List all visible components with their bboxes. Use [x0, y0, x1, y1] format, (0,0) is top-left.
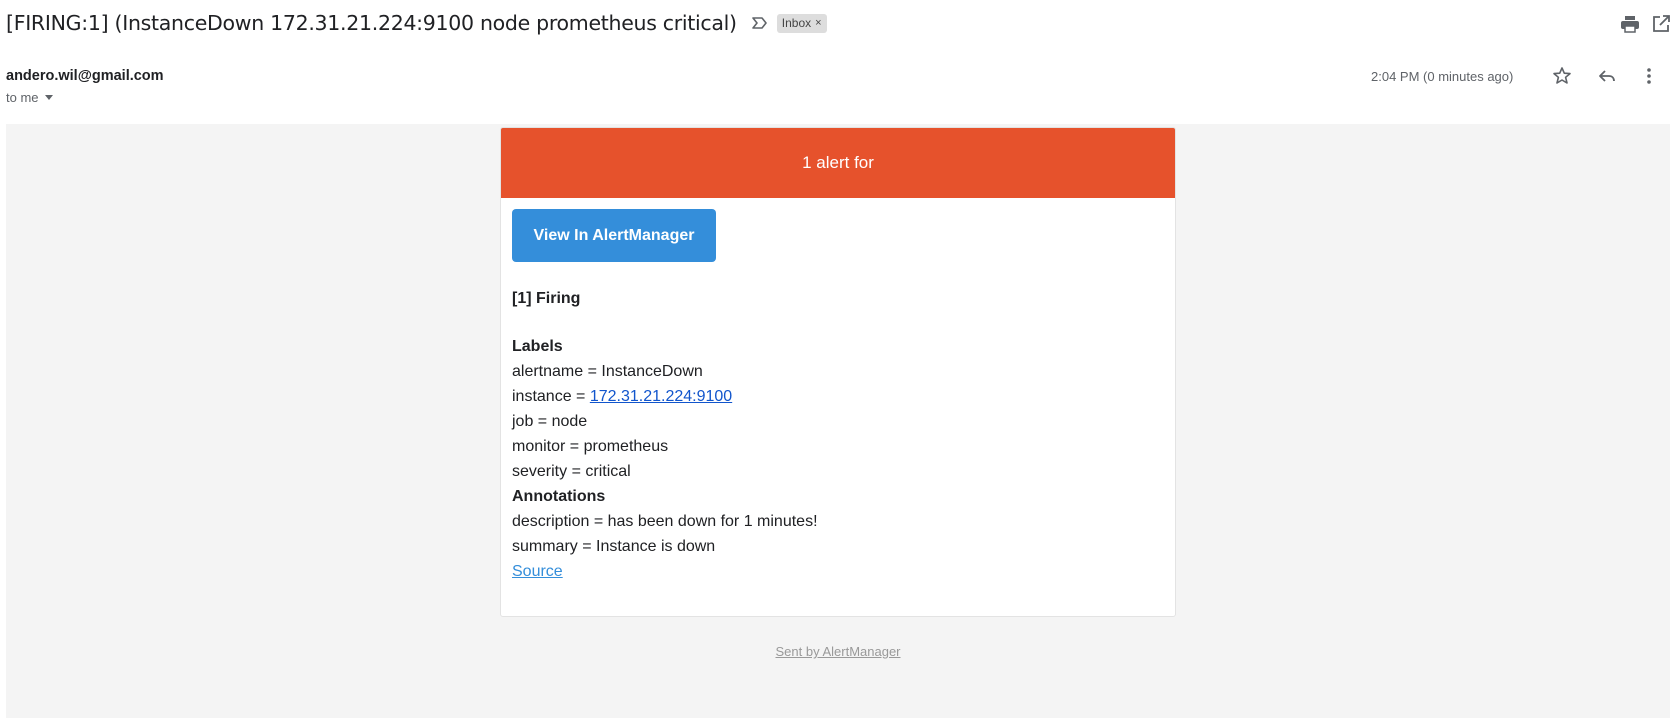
- label-value: critical: [585, 463, 631, 480]
- label-key: alertname =: [512, 363, 602, 380]
- firing-title: [1] Firing: [512, 290, 581, 307]
- email-body: 1 alert for View In AlertManager [1] Fir…: [6, 124, 1670, 718]
- annotations-title: Annotations: [512, 488, 606, 505]
- recipient-details-toggle[interactable]: to me: [6, 90, 53, 105]
- thread-actions: [1565, 12, 1675, 36]
- label-monitor: monitor = prometheus: [512, 434, 1164, 459]
- label-job: job = node: [512, 409, 1164, 434]
- annotation-key: summary =: [512, 538, 597, 555]
- label-value: prometheus: [583, 438, 669, 455]
- reply-icon[interactable]: [1595, 64, 1619, 88]
- instance-link[interactable]: 172.31.21.224:9100: [590, 388, 732, 405]
- annotation-summary: summary = Instance is down: [512, 534, 1164, 559]
- label-key: job =: [512, 413, 552, 430]
- message-actions: [1550, 64, 1670, 90]
- label-key: monitor =: [512, 438, 584, 455]
- annotation-key: description =: [512, 513, 608, 530]
- label-severity: severity = critical: [512, 459, 1164, 484]
- alert-card: 1 alert for View In AlertManager [1] Fir…: [500, 127, 1176, 617]
- alert-header-text: 1 alert for: [802, 153, 874, 172]
- email-footer: Sent by AlertManager: [6, 644, 1670, 659]
- chevron-down-icon[interactable]: [44, 95, 53, 100]
- email-subject: [FIRING:1] (InstanceDown 172.31.21.224:9…: [6, 11, 737, 35]
- more-vert-icon[interactable]: [1637, 64, 1661, 88]
- label-key: instance =: [512, 388, 590, 405]
- labels-title: Labels: [512, 338, 563, 355]
- label-important-icon[interactable]: [751, 14, 769, 32]
- alert-content: View In AlertManager [1] Firing Labels a…: [501, 198, 1175, 584]
- annotation-value: has been down for 1 minutes!: [607, 513, 818, 530]
- alert-header: 1 alert for: [501, 128, 1175, 198]
- sender-email: andero.wil@gmail.com: [6, 68, 164, 84]
- view-in-alertmanager-button[interactable]: View In AlertManager: [512, 209, 716, 262]
- label-key: severity =: [512, 463, 586, 480]
- open-in-new-icon[interactable]: [1649, 12, 1673, 36]
- inbox-label-chip[interactable]: Inbox ×: [776, 13, 827, 33]
- source-link[interactable]: Source: [512, 559, 563, 584]
- star-icon[interactable]: [1550, 64, 1574, 88]
- subject-row: [FIRING:1] (InstanceDown 172.31.21.224:9…: [6, 8, 827, 38]
- print-icon[interactable]: [1618, 12, 1642, 36]
- remove-label-icon[interactable]: ×: [815, 17, 821, 29]
- label-instance: instance = 172.31.21.224:9100: [512, 384, 1164, 409]
- label-value: node: [551, 413, 588, 430]
- inbox-label-text: Inbox: [781, 16, 812, 30]
- sent-by-alertmanager-link[interactable]: Sent by AlertManager: [775, 644, 900, 659]
- annotation-description: description = has been down for 1 minute…: [512, 509, 1164, 534]
- message-timestamp: 2:04 PM (0 minutes ago): [1371, 69, 1514, 84]
- label-value: InstanceDown: [601, 363, 703, 380]
- label-alertname: alertname = InstanceDown: [512, 359, 1164, 384]
- recipient-label: to me: [6, 90, 39, 105]
- annotation-value: Instance is down: [596, 538, 716, 555]
